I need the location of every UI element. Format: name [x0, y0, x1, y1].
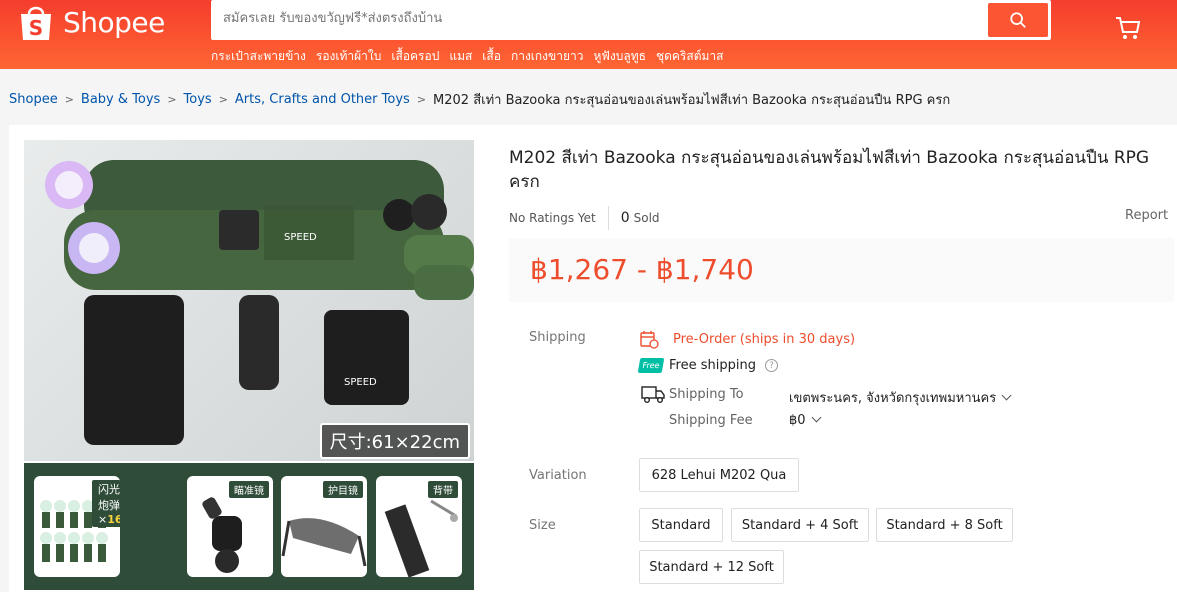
svg-text:S: S: [29, 16, 43, 40]
variation-option[interactable]: 628 Lehui M202 Qua: [639, 458, 799, 492]
top-header: S Shopee กระเป๋าสะพายข้าง รองเท้าผ้าใบ เ…: [0, 0, 1177, 69]
hint-link[interactable]: เสื้อครอป: [391, 47, 439, 66]
hint-link[interactable]: กางเกงขายาว: [511, 47, 584, 66]
shipping-to-value: เขตพระนคร, จังหวัดกรุงเทพมหานคร: [789, 391, 997, 406]
product-main-image[interactable]: SPEED SPEED 尺寸:61×22cm: [24, 140, 474, 461]
product-title: M202 สีเท่า Bazooka กระสุนอ่อนของเล่นพร้…: [509, 148, 1150, 192]
hint-link[interactable]: หูฟังบลูทูธ: [593, 47, 645, 66]
free-shipping-icon: Free: [637, 358, 665, 373]
shipping-fee-selector[interactable]: ฿0: [789, 412, 821, 428]
search-icon: [1010, 12, 1026, 28]
sold-count: 0: [620, 210, 630, 226]
shipping-to-label: Shipping To: [669, 387, 744, 402]
preorder-text: Pre-Order (ships in 30 days): [673, 331, 856, 347]
shopee-logo[interactable]: S Shopee: [17, 2, 165, 42]
thumbnail-label: 护目镜: [323, 481, 363, 498]
hint-link[interactable]: รองเท้าผ้าใบ: [316, 47, 382, 66]
size-option[interactable]: Standard + 8 Soft: [876, 508, 1013, 542]
hint-link[interactable]: เสื้อ: [482, 47, 501, 66]
thumbnail-label-count: 16: [107, 513, 120, 526]
svg-text:SPEED: SPEED: [344, 377, 377, 388]
cart-icon[interactable]: [1114, 14, 1142, 42]
thumbnail-strip: 闪光炮弹×16 瞄准镜 护目镜 背带: [24, 463, 474, 590]
svg-text:SPEED: SPEED: [284, 232, 317, 243]
breadcrumb-current: M202 สีเท่า Bazooka กระสุนอ่อนของเล่นพร้…: [433, 93, 951, 108]
truck-icon: [641, 384, 665, 404]
ratings-text[interactable]: No Ratings Yet: [509, 211, 596, 225]
hint-link[interactable]: ชุดคริสต์มาส: [656, 47, 724, 66]
thumbnail[interactable]: 闪光炮弹×16: [34, 476, 120, 577]
thumbnail-label: 瞄准镜: [229, 481, 269, 498]
logo-text: Shopee: [63, 5, 165, 39]
shipping-to-selector[interactable]: เขตพระนคร, จังหวัดกรุงเทพมหานคร: [789, 387, 1012, 408]
size-tag: 尺寸:61×22cm: [319, 423, 470, 459]
size-option[interactable]: Standard: [639, 508, 723, 542]
sold-label: Sold: [633, 211, 660, 225]
shipping-fee-value: ฿0: [789, 413, 806, 428]
size-label: Size: [529, 518, 556, 533]
breadcrumb-link[interactable]: Shopee: [9, 92, 58, 107]
calendar-clock-icon: [640, 331, 659, 349]
thumbnail[interactable]: 瞄准镜: [187, 476, 273, 577]
ratings-row: No Ratings Yet 0 Sold: [509, 206, 660, 230]
size-option[interactable]: Standard + 4 Soft: [731, 508, 869, 542]
chevron-right-icon: >: [416, 93, 427, 106]
breadcrumb-link[interactable]: Baby & Toys: [81, 92, 160, 107]
shipping-fee-label: Shipping Fee: [669, 413, 753, 428]
variation-label: Variation: [529, 468, 587, 483]
preorder-info: Pre-Order (ships in 30 days): [639, 329, 855, 349]
hint-link[interactable]: กระเป๋าสะพายข้าง: [211, 47, 306, 66]
shipping-label: Shipping: [529, 330, 586, 345]
thumbnail-label: 闪光炮弹×16: [92, 480, 120, 527]
thumbnail[interactable]: 背带: [376, 476, 462, 577]
search-hints: กระเป๋าสะพายข้าง รองเท้าผ้าใบ เสื้อครอป …: [211, 47, 723, 66]
free-shipping-text: Free shipping: [669, 358, 756, 373]
search-bar: [211, 0, 1051, 40]
shopping-bag-icon: S: [17, 2, 55, 42]
thumbnail[interactable]: 护目镜: [281, 476, 367, 577]
chevron-right-icon: >: [218, 93, 228, 106]
free-shipping-row: Free Free shipping ?: [637, 358, 778, 373]
bazooka-illustration: SPEED SPEED: [45, 160, 474, 445]
divider: [607, 206, 609, 230]
size-option[interactable]: Standard + 12 Soft: [639, 550, 784, 584]
chevron-down-icon: [811, 412, 821, 423]
price-range: ฿1,267 - ฿1,740: [530, 253, 754, 286]
report-link[interactable]: Report: [1125, 208, 1168, 223]
search-input[interactable]: [223, 11, 963, 26]
search-button[interactable]: [988, 3, 1048, 37]
chevron-down-icon: [1001, 390, 1012, 401]
breadcrumb: Shopee > Baby & Toys > Toys > Arts, Craf…: [9, 89, 950, 110]
hint-link[interactable]: แมส: [449, 47, 472, 66]
breadcrumb-link[interactable]: Arts, Crafts and Other Toys: [235, 92, 410, 107]
help-icon[interactable]: ?: [764, 359, 778, 372]
breadcrumb-link[interactable]: Toys: [184, 92, 212, 107]
chevron-right-icon: >: [64, 93, 74, 106]
thumbnail-label: 背带: [428, 481, 458, 498]
price-box: ฿1,267 - ฿1,740: [509, 238, 1174, 302]
chevron-right-icon: >: [167, 93, 177, 106]
